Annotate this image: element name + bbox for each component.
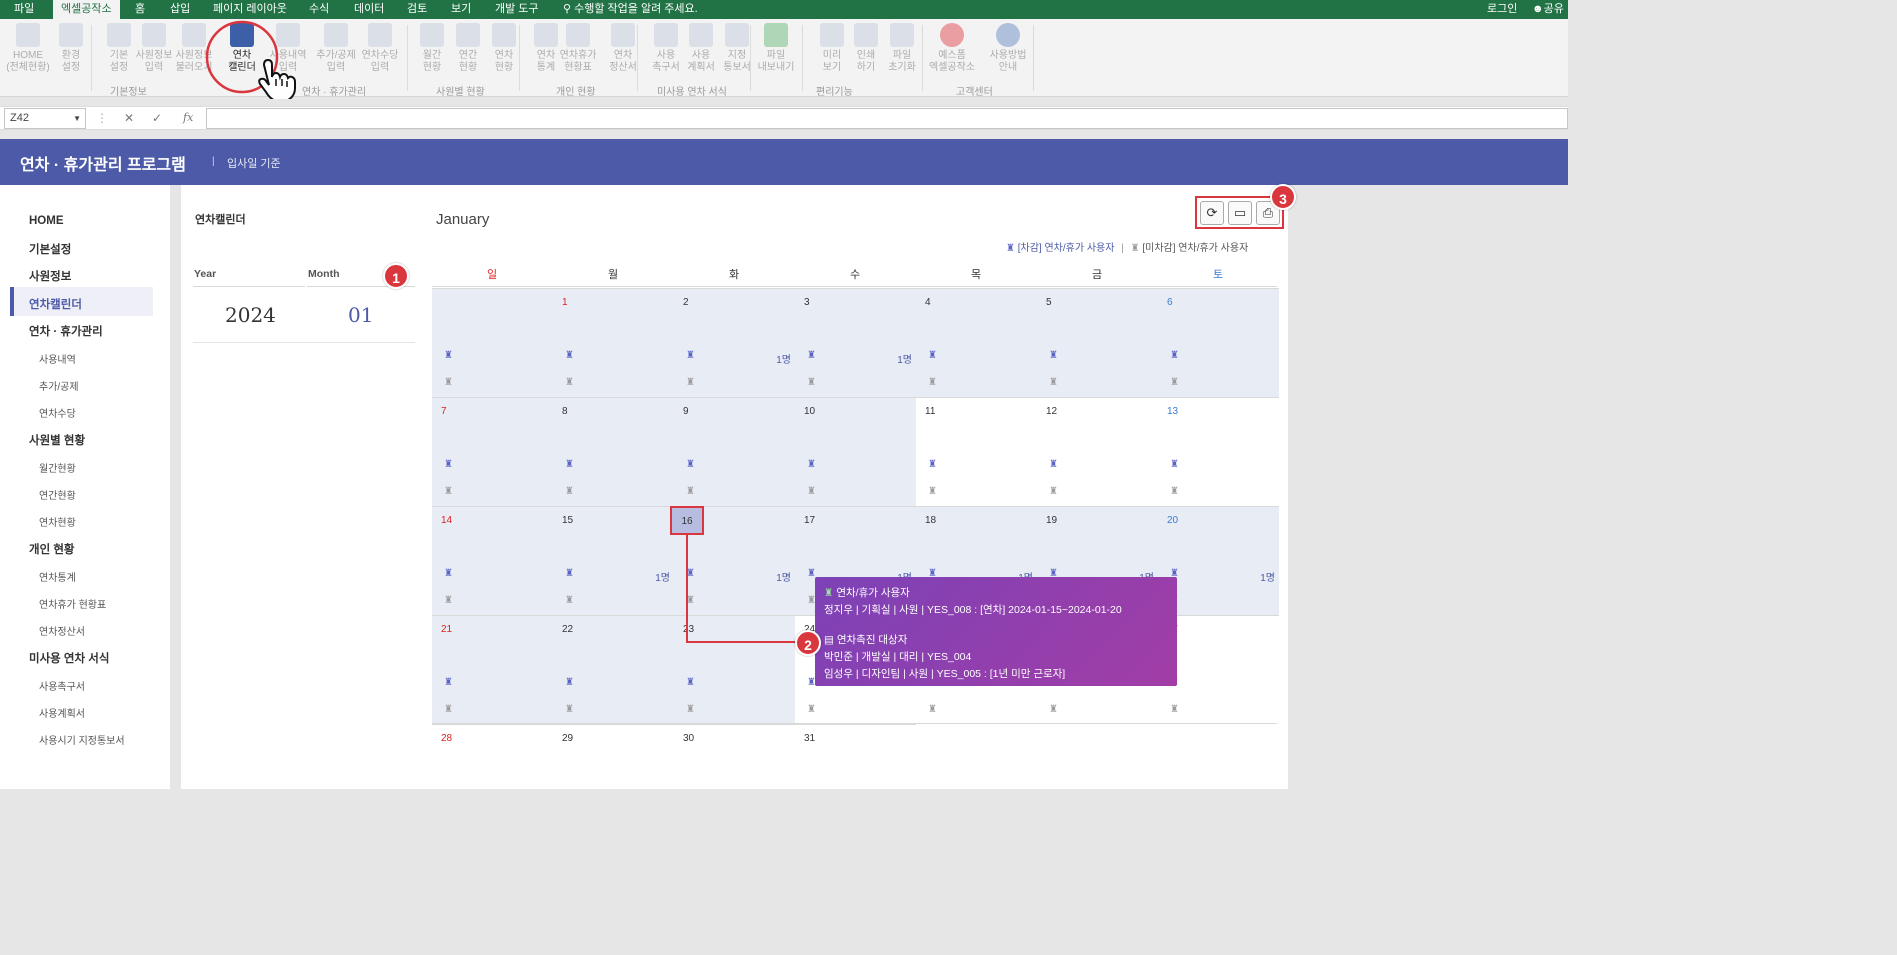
person-icon: ♜: [824, 587, 834, 599]
tooltip-line: 정지우 | 기획실 | 사원 | YES_008 : [연차] 2024-01-…: [824, 604, 1122, 616]
step-badge-2: 2: [795, 630, 821, 656]
tooltip-line: 임성우 | 디자인팀 | 사원 | YES_005 : [1년 미만 근로자]: [824, 668, 1066, 680]
step-badge-1: 1: [383, 263, 409, 289]
tooltip-title-1: 연차/휴가 사용자: [836, 587, 910, 599]
tooltip-heading-promotion: ▤ 연차촉진 대상자: [824, 632, 907, 647]
tooltip-title-2: 연차촉진 대상자: [836, 634, 908, 646]
step-badge-3: 3: [1270, 184, 1296, 210]
document-icon: ▤: [824, 634, 834, 646]
tooltip-line: 박민준 | 개발실 | 대리 | YES_004: [824, 651, 972, 663]
tooltip-heading-leave-users: ♜ 연차/휴가 사용자: [824, 585, 910, 600]
connector-line: [686, 533, 808, 643]
calendar-tooltip: ♜ 연차/휴가 사용자 정지우 | 기획실 | 사원 | YES_008 : […: [815, 577, 1177, 686]
